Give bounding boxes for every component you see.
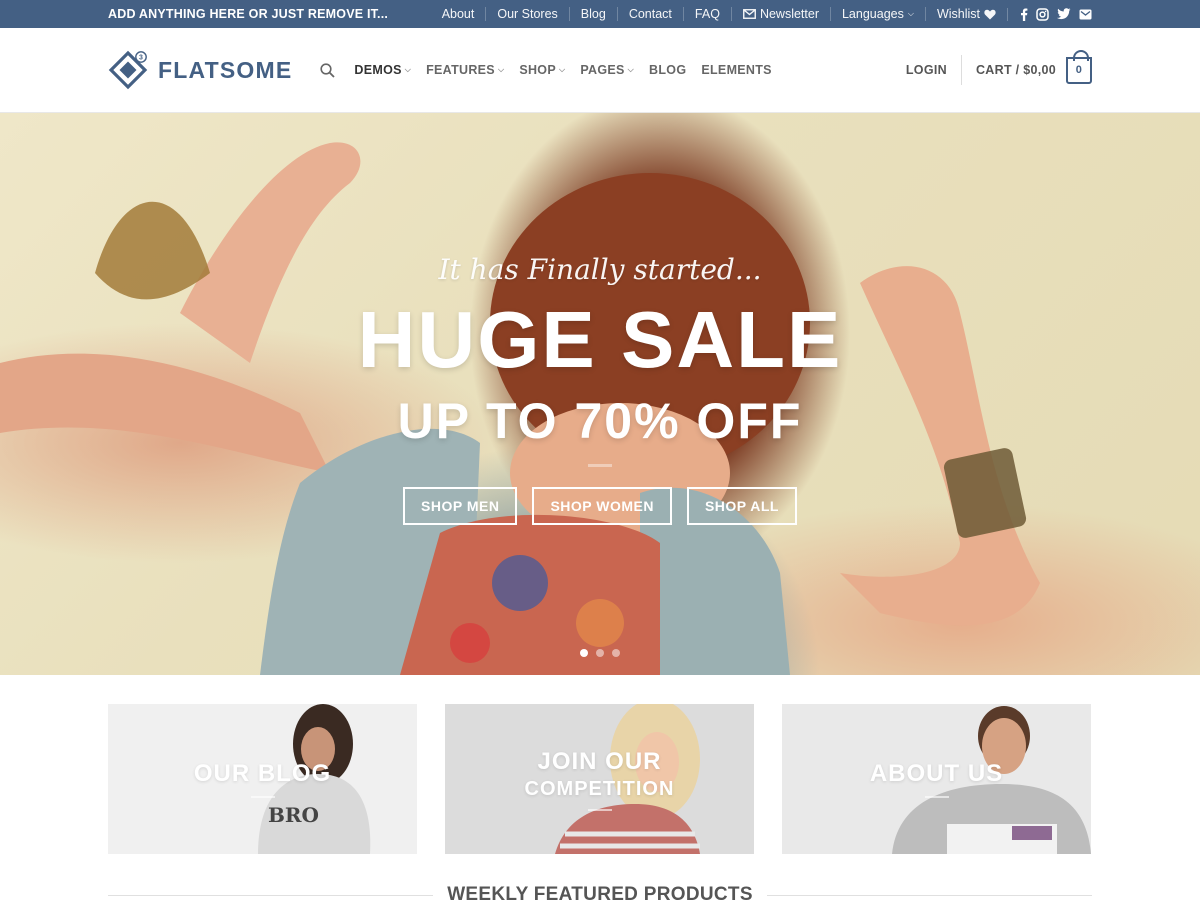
chevron-down-icon: ⌵	[558, 65, 566, 74]
login-link[interactable]: LOGIN	[906, 63, 961, 77]
shop-women-button[interactable]: SHOP WOMEN	[532, 487, 672, 525]
hero-buttons: SHOP MEN SHOP WOMEN SHOP ALL	[0, 487, 1200, 525]
slider-dot-2[interactable]	[596, 649, 604, 657]
chevron-down-icon: ⌵	[627, 65, 635, 74]
hero-title: HUGE SALE	[357, 295, 843, 384]
wishlist-label: Wishlist	[936, 7, 980, 21]
chevron-down-icon: ⌵	[404, 65, 412, 74]
hero-subtitle: UP TO 70% OFF	[397, 393, 803, 449]
banner-our-blog[interactable]: BRO OUR BLOG	[108, 704, 417, 854]
slider-dot-1[interactable]	[580, 649, 588, 657]
logo-text: FLATSOME	[158, 56, 293, 83]
banner-row: BRO OUR BLOG JOIN OUR COMPETITION ABOUT …	[0, 675, 1200, 854]
hero-tagline: It has Finally started...	[438, 253, 762, 286]
nav-item-elements[interactable]: ELEMENTS	[701, 63, 771, 77]
nav-label-demos: DEMOS	[354, 63, 402, 77]
site-logo[interactable]: 3 FLATSOME	[108, 50, 292, 90]
nav-label-features: FEATURES	[426, 63, 495, 77]
banner-shirt-print: BRO	[268, 803, 319, 827]
top-link-newsletter[interactable]: Newsletter	[730, 7, 830, 21]
nav-label-shop: SHOP	[519, 63, 556, 77]
chevron-down-icon: ⌵	[497, 65, 505, 74]
top-link-languages[interactable]: Languages ⌵	[829, 7, 925, 21]
nav-label-elements: ELEMENTS	[701, 63, 772, 77]
featured-products-heading: WEEKLY FEATURED PRODUCTS	[0, 854, 1200, 906]
top-link-blog[interactable]: Blog	[568, 7, 617, 21]
section-line-right	[766, 894, 1093, 896]
top-link-wishlist[interactable]: Wishlist	[924, 7, 1007, 21]
top-link-faq[interactable]: FAQ	[682, 7, 731, 21]
top-link-about[interactable]: About	[431, 7, 486, 21]
top-bar-promo: ADD ANYTHING HERE OR JUST REMOVE IT...	[108, 7, 389, 21]
banner-divider	[924, 796, 949, 798]
chevron-down-icon: ⌵	[907, 9, 914, 18]
nav-item-features[interactable]: FEATURES ⌵	[426, 63, 504, 77]
social-icons	[1007, 7, 1092, 21]
nav-item-demos[interactable]: DEMOS ⌵	[354, 63, 411, 77]
banner-divider	[587, 808, 612, 811]
envelope-icon	[742, 9, 756, 19]
banner-title-blog: OUR BLOG	[193, 760, 332, 787]
top-link-contact[interactable]: Contact	[616, 7, 683, 21]
main-header: 3 FLATSOME DEMOS ⌵ FEATURES ⌵ SHOP ⌵ PAGES ⌵…	[0, 28, 1200, 113]
logo-badge: 3	[139, 55, 143, 62]
shop-men-button[interactable]: SHOP MEN	[403, 487, 518, 525]
banner-divider	[250, 796, 275, 798]
banner-join-competition[interactable]: JOIN OUR COMPETITION	[445, 704, 754, 854]
banner-title-about: ABOUT US	[869, 760, 1004, 787]
email-icon[interactable]	[1079, 8, 1092, 21]
main-nav: DEMOS ⌵ FEATURES ⌵ SHOP ⌵ PAGES ⌵ BLOG ELEME…	[320, 62, 772, 78]
banner-title-competition: COMPETITION	[524, 777, 675, 800]
cart-count: 0	[1075, 64, 1083, 76]
top-link-our-stores[interactable]: Our Stores	[485, 7, 568, 21]
nav-item-shop[interactable]: SHOP ⌵	[519, 63, 565, 77]
cart-link[interactable]: CART / $0,00 0	[975, 49, 1092, 84]
slider-dot-3[interactable]	[612, 649, 620, 657]
search-icon[interactable]	[320, 62, 336, 78]
languages-label: Languages	[841, 7, 904, 21]
nav-item-blog[interactable]: BLOG	[649, 63, 686, 77]
newsletter-label: Newsletter	[759, 7, 819, 21]
header-account: LOGIN CART / $0,00 0	[906, 49, 1092, 85]
heart-icon	[984, 9, 996, 19]
flatsome-logo-icon: 3	[108, 50, 148, 90]
header-divider	[960, 55, 962, 85]
nav-item-pages[interactable]: PAGES ⌵	[580, 63, 634, 77]
instagram-icon[interactable]	[1036, 7, 1049, 21]
nav-label-pages: PAGES	[580, 63, 625, 77]
facebook-icon[interactable]	[1020, 8, 1028, 21]
twitter-icon[interactable]	[1057, 8, 1071, 21]
nav-label-blog: BLOG	[649, 63, 687, 77]
cart-bag-icon: 0	[1066, 49, 1092, 84]
section-title: WEEKLY FEATURED PRODUCTS	[447, 884, 753, 905]
slider-dots	[0, 649, 1200, 657]
banner-title-join: JOIN OUR	[537, 747, 662, 775]
cart-label: CART / $0,00	[975, 63, 1056, 77]
hero-content: It has Finally started... HUGE SALE UP T…	[0, 253, 1200, 525]
hero-divider	[588, 464, 612, 467]
shop-all-button[interactable]: SHOP ALL	[686, 487, 797, 525]
top-bar: ADD ANYTHING HERE OR JUST REMOVE IT... A…	[0, 0, 1200, 28]
banner-about-us[interactable]: ABOUT US	[782, 704, 1091, 854]
hero-slider[interactable]: It has Finally started... HUGE SALE UP T…	[0, 113, 1200, 675]
section-line-left	[108, 894, 434, 896]
top-bar-links: About Our Stores Blog Contact FAQ Newsle…	[431, 7, 1092, 21]
